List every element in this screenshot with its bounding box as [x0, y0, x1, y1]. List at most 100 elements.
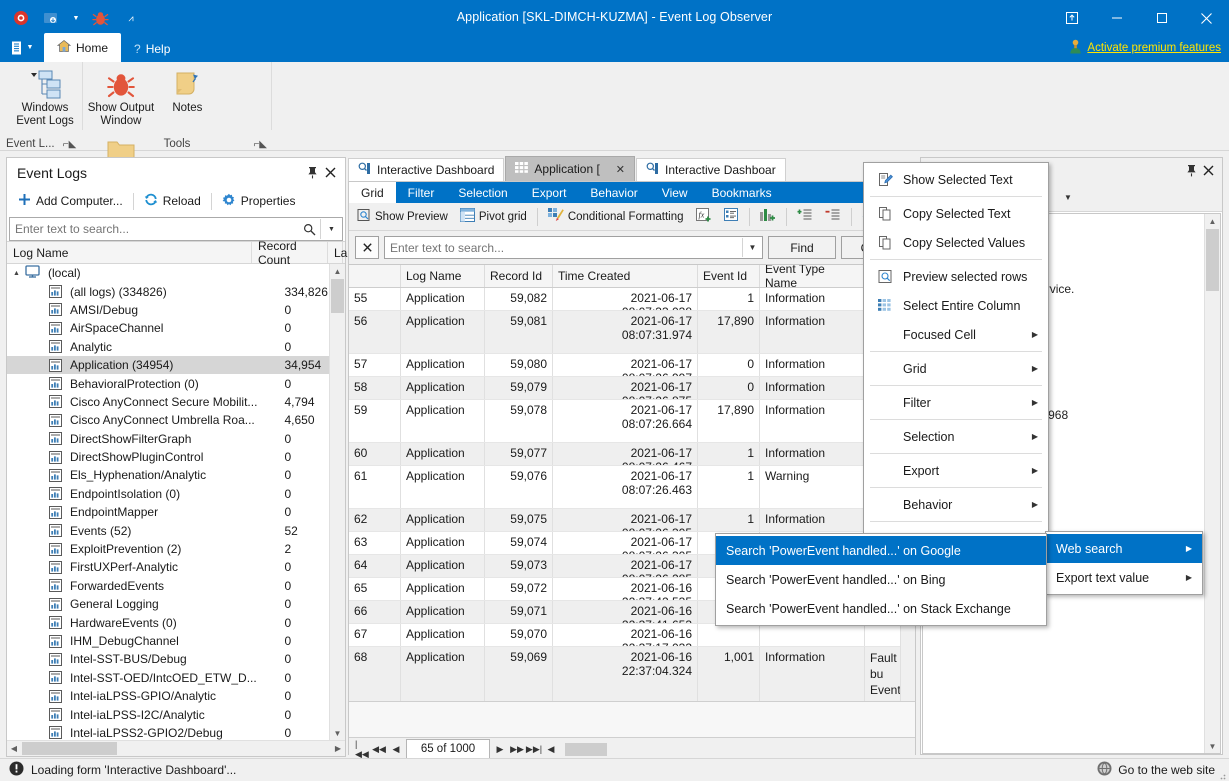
cell-event-id[interactable] [698, 624, 760, 646]
reload-button[interactable]: Reload [137, 190, 208, 212]
cell-time-created[interactable]: 2021-06-17 08:07:26.305 [553, 509, 698, 531]
conditional-formatting-button[interactable]: Conditional Formatting [543, 205, 689, 228]
grid-row[interactable]: 60Application59,0772021-06-17 08:07:26.4… [349, 443, 915, 466]
grid-row[interactable]: 62Application59,0752021-06-17 08:07:26.3… [349, 509, 915, 532]
tree-row-log[interactable]: Els_Hyphenation/Analytic0 [7, 466, 345, 484]
cell-log-name[interactable]: Application [401, 509, 485, 531]
scroll-up-icon[interactable]: ▲ [330, 264, 345, 278]
windows-event-logs-button[interactable]: Windows Event Logs [4, 62, 86, 128]
cell-log-name[interactable]: Application [401, 647, 485, 701]
cell-record-id[interactable]: 59,077 [485, 443, 553, 465]
tree-row-log[interactable]: HardwareEvents (0)0 [7, 613, 345, 631]
cell-log-name[interactable]: Application [401, 466, 485, 508]
formula-add-button[interactable]: fx [691, 205, 717, 228]
cell-row-number[interactable]: 59 [349, 400, 401, 442]
resize-grip-icon[interactable] [1216, 769, 1226, 779]
cell-log-name[interactable]: Application [401, 354, 485, 376]
cell-event-id[interactable]: 1,001 [698, 647, 760, 701]
cell-log-name[interactable]: Application [401, 400, 485, 442]
cell-row-number[interactable]: 58 [349, 377, 401, 399]
cell-row-number[interactable]: 63 [349, 532, 401, 554]
scroll-left-icon[interactable]: ◀ [7, 741, 21, 756]
cell-record-id[interactable]: 59,074 [485, 532, 553, 554]
cell-event-id[interactable]: 1 [698, 509, 760, 531]
cell-record-id[interactable]: 59,070 [485, 624, 553, 646]
detail-vertical-scrollbar[interactable]: ▲ ▼ [1204, 214, 1220, 753]
cell-row-number[interactable]: 57 [349, 354, 401, 376]
search-icon[interactable] [299, 219, 320, 239]
application-menu-button[interactable]: ▼ [0, 33, 44, 62]
tree-row-log[interactable]: Analytic0 [7, 338, 345, 356]
ribbon-tab-help[interactable]: ? Help [121, 36, 183, 62]
tree-row-log[interactable]: IHM_DebugChannel0 [7, 632, 345, 650]
grid-col-time-created[interactable]: Time Created [553, 265, 698, 287]
grid-row[interactable]: 59Application59,0782021-06-17 08:07:26.6… [349, 400, 915, 443]
cell-event-type-name[interactable]: Information [760, 400, 865, 442]
find-history-dropdown-icon[interactable]: ▼ [742, 238, 762, 257]
cell-event-type-name[interactable]: Information [760, 354, 865, 376]
detail-scroll-up-icon[interactable]: ▲ [1205, 214, 1220, 228]
tree-row-log[interactable]: AirSpaceChannel0 [7, 319, 345, 337]
cell-event-type-name[interactable]: Information [760, 509, 865, 531]
cell-time-created[interactable]: 2021-06-16 22:37:17.033 [553, 624, 698, 646]
search-options-icon[interactable]: ▼ [320, 219, 342, 239]
cell-record-id[interactable]: 59,076 [485, 466, 553, 508]
menu-item[interactable]: Select Entire Column [864, 291, 1048, 320]
ribbon-tab-home[interactable]: Home [44, 33, 121, 62]
grid-row[interactable]: 56Application59,0812021-06-17 08:07:31.9… [349, 311, 915, 354]
tree-row-log[interactable]: Intel-SST-BUS/Debug0 [7, 650, 345, 668]
web-search-submenu[interactable]: Search 'PowerEvent handled...' on Google… [715, 533, 1047, 626]
menu-item[interactable]: Focused Cell▶ [864, 320, 1048, 349]
cell-row-number[interactable]: 56 [349, 311, 401, 353]
cell-record-id[interactable]: 59,073 [485, 555, 553, 577]
tree-row-log[interactable]: ExploitPrevention (2)2 [7, 540, 345, 558]
cell-time-created[interactable]: 2021-06-16 22:37:41.653 [553, 601, 698, 623]
bookmarks-submenu[interactable]: Web search▶Export text value▶ [1045, 531, 1203, 595]
add-chart-column-button[interactable] [755, 205, 781, 228]
find-clear-icon[interactable] [355, 236, 379, 259]
cell-log-name[interactable]: Application [401, 555, 485, 577]
cell-message[interactable] [865, 624, 903, 646]
cell-log-name[interactable]: Application [401, 624, 485, 646]
menu-item[interactable]: Search 'PowerEvent handled...' on Bing [716, 565, 1046, 594]
cell-row-number[interactable]: 60 [349, 443, 401, 465]
pivot-grid-button[interactable]: Pivot grid [455, 205, 532, 228]
go-to-website-link[interactable]: Go to the web site [1118, 763, 1215, 777]
cell-record-id[interactable]: 59,071 [485, 601, 553, 623]
close-icon[interactable] [321, 164, 339, 182]
cell-row-number[interactable]: 66 [349, 601, 401, 623]
grid-col-rownum[interactable] [349, 265, 401, 287]
grid-tab-bookmarks[interactable]: Bookmarks [700, 182, 784, 203]
tree-row-log[interactable]: AMSI/Debug0 [7, 301, 345, 319]
tree-row-log[interactable]: Cisco AnyConnect Secure Mobilit...4,794 [7, 393, 345, 411]
detail-scroll-down-icon[interactable]: ▼ [1205, 739, 1220, 753]
tree-row-log[interactable]: Intel-iaLPSS-GPIO/Analytic0 [7, 687, 345, 705]
grid-col-record-id[interactable]: Record Id [485, 265, 553, 287]
grid-row[interactable]: 58Application59,0792021-06-17 08:07:26.8… [349, 377, 915, 400]
first-page-icon[interactable]: |◀◀ [355, 741, 369, 757]
next-page-icon[interactable]: ▶ [493, 741, 507, 757]
activate-premium-link[interactable]: Activate premium features [1087, 42, 1221, 54]
cell-event-id[interactable]: 0 [698, 377, 760, 399]
cell-log-name[interactable]: Application [401, 601, 485, 623]
menu-item[interactable]: Copy Selected Values [864, 228, 1048, 257]
cell-time-created[interactable]: 2021-06-17 08:07:31.974 [553, 311, 698, 353]
menu-item[interactable]: Filter▶ [864, 388, 1048, 417]
tree-horizontal-scrollbar[interactable]: ◀ ▶ [7, 740, 345, 756]
tree-row-log[interactable]: (all logs) (334826)334,826 [7, 282, 345, 300]
show-output-window-button[interactable]: Show Output Window [83, 62, 159, 128]
properties-button[interactable]: Properties [215, 190, 303, 213]
cell-row-number[interactable]: 68 [349, 647, 401, 701]
event-logs-search-box[interactable]: ▼ [9, 217, 343, 241]
close-button[interactable] [1184, 1, 1229, 35]
cell-event-type-name[interactable]: Information [760, 647, 865, 701]
tab-interactive-dashboard-1[interactable]: Interactive Dashboard [348, 158, 504, 181]
cell-time-created[interactable]: 2021-06-17 08:07:26.664 [553, 400, 698, 442]
page-indicator[interactable]: 65 of 1000 [406, 739, 490, 759]
cell-row-number[interactable]: 65 [349, 578, 401, 600]
grid-tab-selection[interactable]: Selection [446, 182, 519, 203]
grid-context-menu[interactable]: Show Selected TextCopy Selected TextCopy… [863, 162, 1049, 590]
cell-row-number[interactable]: 67 [349, 624, 401, 646]
event-logs-dialog-launcher-icon[interactable]: ⌐◣ [63, 139, 77, 150]
cell-time-created[interactable]: 2021-06-16 22:37:04.324 [553, 647, 698, 701]
